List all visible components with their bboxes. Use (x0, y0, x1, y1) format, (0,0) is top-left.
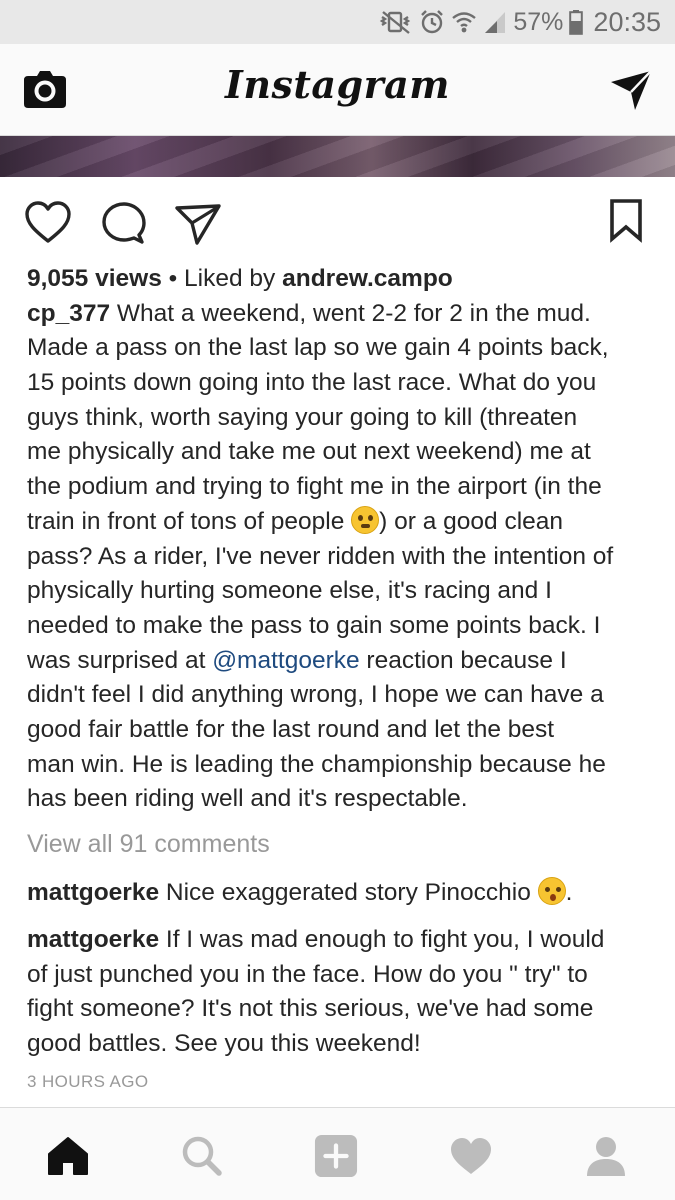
signal-icon (483, 9, 507, 35)
comment: mattgoerke Nice exaggerated story Pinocc… (27, 876, 657, 911)
post-body: 9,055 views • Liked by andrew.campo cp_3… (27, 262, 657, 817)
caption-line: train in front of tons of people ) or a … (27, 505, 564, 535)
liked-by-user[interactable]: andrew.campo (282, 265, 453, 292)
nav-search-button[interactable] (180, 1134, 224, 1178)
share-icon (175, 204, 221, 245)
caption-line: guys think, worth saying your going to k… (27, 403, 578, 431)
dizzy-face-emoji-icon (351, 505, 380, 534)
save-button[interactable] (604, 197, 648, 245)
status-icons: 57% 20:35 (379, 0, 661, 44)
caption-line: was surprised at @mattgoerke reaction be… (27, 646, 567, 674)
post-actions (0, 177, 675, 263)
home-icon (48, 1137, 88, 1175)
view-all-comments-link[interactable]: View all 91 comments (27, 830, 270, 859)
direct-message-button[interactable] (609, 68, 653, 112)
caption-line: the podium and trying to fight me in the… (27, 473, 602, 501)
comment-username[interactable]: mattgoerke (27, 879, 159, 906)
comment-line: fight someone? It's not this serious, we… (27, 995, 594, 1023)
nav-home-button[interactable] (46, 1134, 90, 1178)
clock: 20:35 (593, 6, 661, 37)
caption-line: cp_377 What a weekend, went 2-2 for 2 in… (27, 299, 591, 327)
mention-link[interactable]: @mattgoerke (212, 647, 359, 674)
caption-line: 15 points down going into the last race.… (27, 369, 597, 397)
comment-line: good battles. See you this weekend! (27, 1030, 421, 1058)
author-username[interactable]: cp_377 (27, 300, 110, 327)
activity-heart-icon (451, 1138, 491, 1174)
comment-text: Nice exaggerated story Pinocchio (159, 879, 538, 906)
vibrate-mute-icon (379, 9, 413, 35)
wifi-icon (451, 9, 477, 35)
caption-line: good fair battle for the last round and … (27, 715, 555, 743)
top-app-bar: Instagram (0, 44, 675, 136)
bottom-navigation (0, 1107, 675, 1200)
battery-percent: 57% (513, 7, 564, 36)
comment-suffix: . (565, 879, 573, 906)
caption-line: man win. He is leading the championship … (27, 750, 606, 778)
caption: cp_377 What a weekend, went 2-2 for 2 in… (27, 297, 657, 817)
caption-line: pass? As a rider, I've never ridden with… (27, 542, 614, 570)
search-icon (182, 1136, 222, 1176)
instagram-logo: Instagram (225, 62, 450, 107)
nav-profile-button[interactable] (584, 1134, 628, 1178)
views-count[interactable]: 9,055 views (27, 265, 162, 292)
share-button[interactable] (174, 199, 222, 247)
caption-line: didn't feel I did anything wrong, I hope… (27, 681, 604, 709)
caption-line: me physically and take me out next weeke… (27, 438, 591, 466)
status-bar: 57% 20:35 (0, 0, 675, 44)
profile-icon (587, 1137, 625, 1176)
comment-icon (102, 202, 146, 244)
comment-line: of just punched you in the face. How do … (27, 960, 588, 988)
direct-message-icon (611, 70, 652, 110)
battery-icon (569, 9, 584, 35)
nav-activity-button[interactable] (449, 1134, 493, 1178)
liked-by-prefix: • Liked by (161, 265, 283, 292)
caption-line: has been riding well and it's respectabl… (27, 785, 468, 813)
comment: mattgoerke If I was mad enough to fight … (27, 923, 657, 1062)
add-icon (314, 1134, 358, 1178)
post-timestamp: 3 HOURS AGO (27, 1072, 149, 1091)
alarm-icon (419, 9, 445, 35)
caption-line: Made a pass on the last lap so we gain 4… (27, 334, 609, 362)
post-image[interactable] (0, 136, 675, 177)
comment-button[interactable] (100, 199, 148, 247)
kissing-face-emoji-icon (537, 877, 566, 905)
heart-icon (25, 201, 71, 243)
caption-line: needed to make the pass to gain some poi… (27, 611, 601, 639)
nav-add-button[interactable] (314, 1134, 358, 1178)
like-button[interactable] (24, 199, 72, 247)
bookmark-icon (610, 199, 642, 243)
views-line: 9,055 views • Liked by andrew.campo (27, 262, 657, 297)
comment-line: mattgoerke If I was mad enough to fight … (27, 926, 605, 953)
comment-username[interactable]: mattgoerke (27, 926, 159, 953)
caption-line: physically hurting someone else, it's ra… (27, 577, 552, 605)
